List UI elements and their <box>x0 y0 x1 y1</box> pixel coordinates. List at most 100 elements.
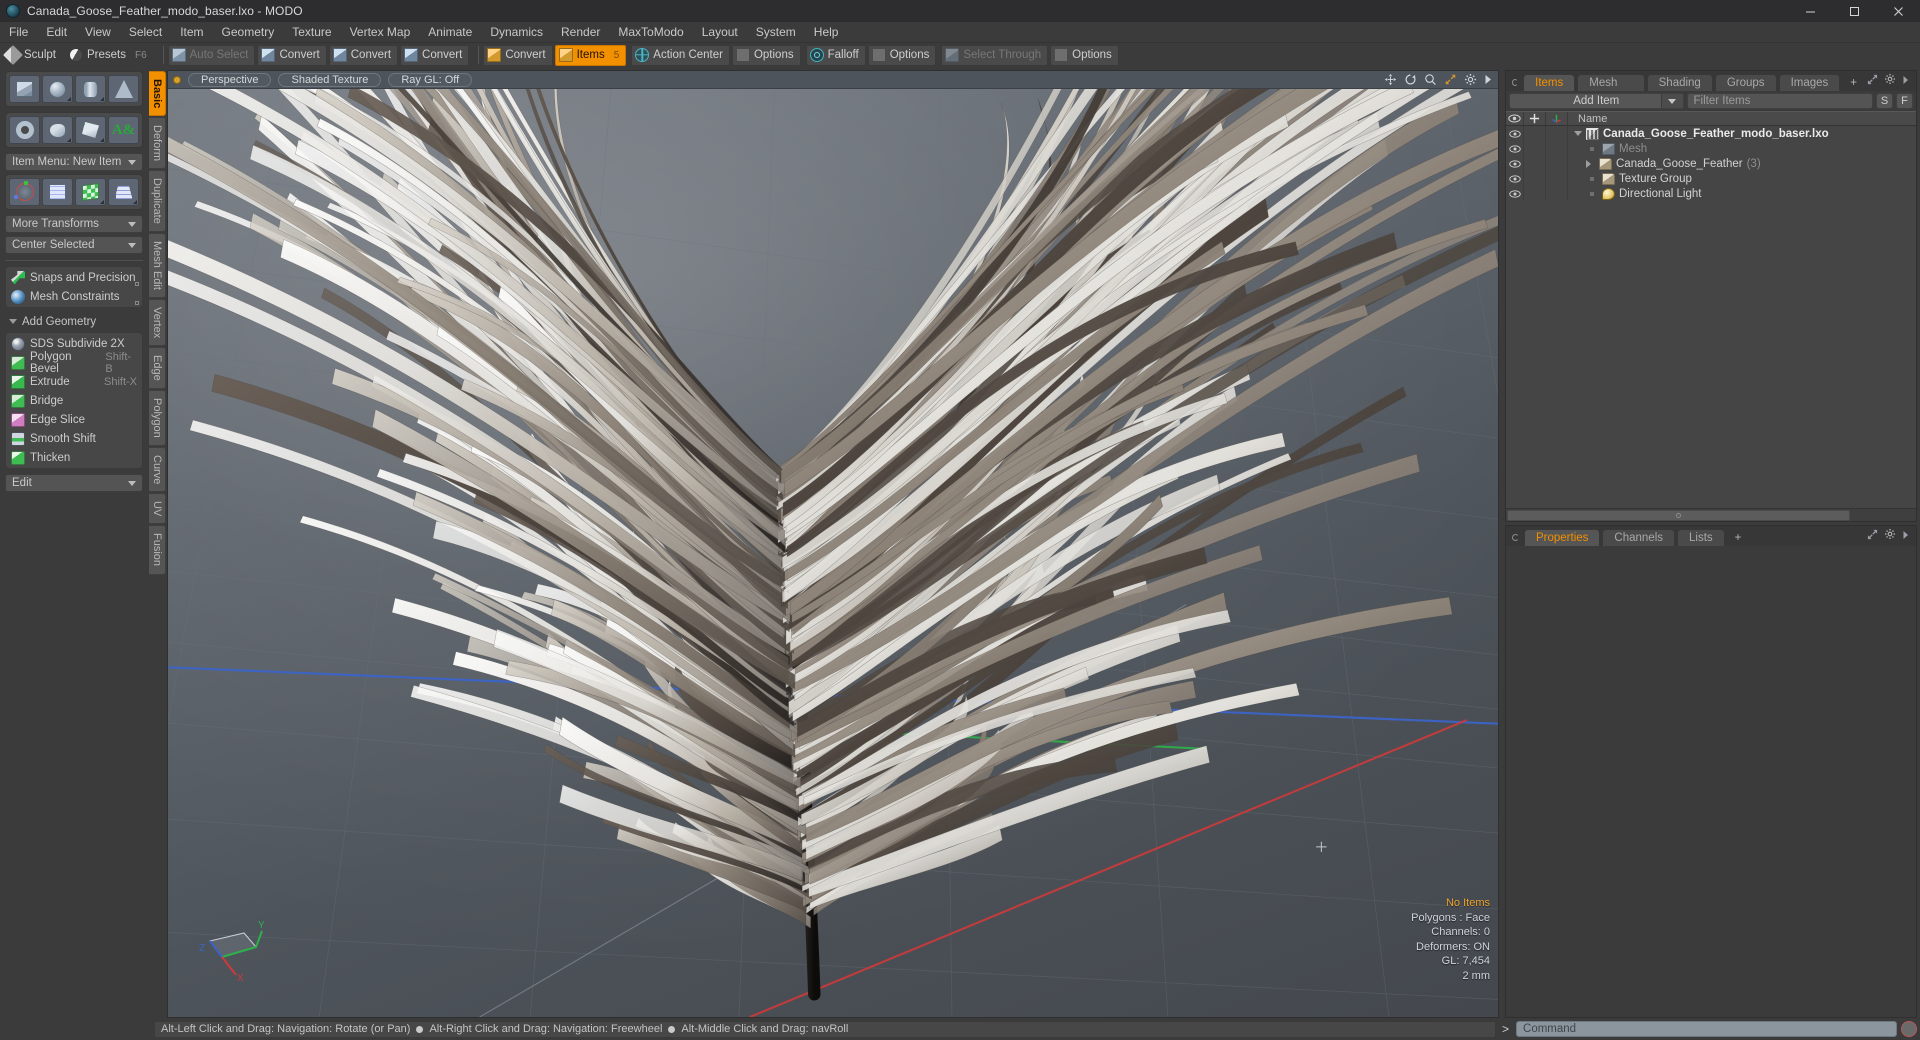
menu-maxtomodo[interactable]: MaxToModo <box>609 22 692 43</box>
more-transforms-dropdown[interactable]: More Transforms <box>5 215 143 233</box>
vtab-fusion[interactable]: Fusion <box>149 525 166 575</box>
tool-edge-slice[interactable]: Edge Slice <box>7 410 141 429</box>
minimize-button[interactable] <box>1788 0 1832 22</box>
mesh-constraints-row[interactable]: Mesh Constraints <box>7 287 141 306</box>
mesh-grid-button[interactable] <box>42 178 73 206</box>
add-tab-button[interactable]: + <box>1727 529 1750 546</box>
viewport-shading-button[interactable]: Shaded Texture <box>278 72 382 87</box>
cube-primitive-button[interactable] <box>9 75 40 103</box>
command-input[interactable]: Command <box>1516 1021 1897 1037</box>
chevron-right-icon[interactable] <box>1484 74 1493 85</box>
lock-column-header[interactable] <box>1524 112 1546 125</box>
gear-icon[interactable] <box>1884 528 1896 543</box>
move-icon[interactable] <box>1384 73 1397 86</box>
lock-cell[interactable] <box>1524 171 1546 186</box>
table-row[interactable]: Canada_Goose_Feather_modo_baser.lxo <box>1506 126 1916 141</box>
torus-primitive-button[interactable] <box>9 116 40 144</box>
filter-s-button[interactable]: S <box>1876 93 1893 109</box>
visibility-toggle[interactable] <box>1506 186 1524 201</box>
tab-groups[interactable]: Groups <box>1714 74 1777 91</box>
snaps-and-precision-row[interactable]: Snaps and Precision <box>7 268 141 287</box>
expand-dot-icon[interactable] <box>135 282 139 286</box>
item-menu-dropdown[interactable]: Item Menu: New Item <box>5 153 143 171</box>
select-through-button[interactable]: Select Through <box>941 44 1049 66</box>
falloff-button[interactable]: Falloff <box>805 44 866 66</box>
chevron-right-icon[interactable] <box>1586 159 1591 168</box>
close-button[interactable] <box>1876 0 1920 22</box>
filter-items-input[interactable]: Filter Items <box>1686 93 1873 109</box>
add-tab-button[interactable]: + <box>1842 74 1865 91</box>
transform-cell[interactable] <box>1546 186 1568 201</box>
tool-extrude[interactable]: Extrude Shift-X <box>7 372 141 391</box>
auto-select-button[interactable]: Auto Select <box>167 44 256 66</box>
table-row[interactable]: Texture Group <box>1506 171 1916 186</box>
viewport-menu-dot-icon[interactable] <box>173 75 181 84</box>
lock-cell[interactable] <box>1524 141 1546 156</box>
menu-select[interactable]: Select <box>120 22 171 43</box>
vtab-curve[interactable]: Curve <box>149 446 166 493</box>
tab-lists[interactable]: Lists <box>1677 529 1725 546</box>
scrollbar-thumb[interactable] <box>1507 509 1850 521</box>
vtab-vertex[interactable]: Vertex <box>149 299 166 347</box>
menu-vertex-map[interactable]: Vertex Map <box>341 22 420 43</box>
text-primitive-button[interactable]: A& <box>108 116 139 144</box>
menu-help[interactable]: Help <box>805 22 848 43</box>
rotate-icon[interactable] <box>1404 73 1417 86</box>
tab-properties[interactable]: Properties <box>1524 529 1601 546</box>
menu-dynamics[interactable]: Dynamics <box>481 22 552 43</box>
vtab-uv[interactable]: UV <box>149 493 166 525</box>
transform-gizmo-button[interactable] <box>9 178 40 206</box>
table-row[interactable]: Canada_Goose_Feather (3) <box>1506 156 1916 171</box>
visibility-column-header[interactable] <box>1506 112 1524 125</box>
vtab-deform[interactable]: Deform <box>149 117 166 170</box>
cylinder-primitive-button[interactable] <box>75 75 106 103</box>
menu-view[interactable]: View <box>76 22 120 43</box>
menu-render[interactable]: Render <box>552 22 609 43</box>
tab-shading[interactable]: Shading <box>1646 74 1713 91</box>
capsule-primitive-button[interactable] <box>42 116 73 144</box>
menu-geometry[interactable]: Geometry <box>213 22 284 43</box>
record-macro-icon[interactable] <box>1901 1021 1917 1037</box>
convert-button-1[interactable]: Convert <box>257 44 327 66</box>
viewport-3d[interactable]: Perspective Shaded Texture Ray GL: Off Y… <box>167 70 1499 1018</box>
tree-item-scene[interactable]: Canada_Goose_Feather_modo_baser.lxo <box>1568 127 1916 140</box>
zoom-icon[interactable] <box>1424 73 1437 86</box>
tree-item-texture-group[interactable]: Texture Group <box>1568 172 1916 185</box>
falloff-options-button[interactable]: Options <box>867 44 937 66</box>
transform-cell[interactable] <box>1546 126 1568 141</box>
transform-cell[interactable] <box>1546 141 1568 156</box>
action-center-options-button[interactable]: Options <box>731 44 801 66</box>
gear-icon[interactable] <box>1464 73 1477 86</box>
tab-mesh-ops[interactable]: Mesh Ops <box>1577 74 1645 106</box>
lock-cell[interactable] <box>1524 186 1546 201</box>
viewport-perspective-button[interactable]: Perspective <box>188 72 272 87</box>
edit-dropdown[interactable]: Edit <box>5 474 143 492</box>
maximize-panel-icon[interactable] <box>1867 529 1878 543</box>
center-selected-dropdown[interactable]: Center Selected <box>5 236 143 254</box>
visibility-toggle[interactable] <box>1506 156 1524 171</box>
vtab-basic[interactable]: Basic <box>149 71 166 117</box>
filter-f-button[interactable]: F <box>1896 93 1913 109</box>
menu-system[interactable]: System <box>747 22 805 43</box>
menu-animate[interactable]: Animate <box>419 22 481 43</box>
viewport-raygl-button[interactable]: Ray GL: Off <box>388 72 473 87</box>
add-item-button[interactable]: Add Item <box>1509 93 1684 109</box>
menu-edit[interactable]: Edit <box>37 22 76 43</box>
tree-item-directional-light[interactable]: Directional Light <box>1568 187 1916 200</box>
uv-checker-button[interactable] <box>75 178 106 206</box>
presets-button[interactable]: Presets F6 <box>65 45 154 66</box>
panel-menu-dot-icon[interactable] <box>1512 79 1519 86</box>
gear-icon[interactable] <box>1884 73 1896 88</box>
tool-smooth-shift[interactable]: Smooth Shift <box>7 429 141 448</box>
items-horizontal-scrollbar[interactable] <box>1506 508 1916 521</box>
tool-thicken[interactable]: Thicken <box>7 448 141 467</box>
fit-icon[interactable] <box>1444 73 1457 86</box>
select-through-options-button[interactable]: Options <box>1050 44 1119 66</box>
tab-channels[interactable]: Channels <box>1602 529 1676 546</box>
items-tree[interactable]: Canada_Goose_Feather_modo_baser.lxo Mesh <box>1506 126 1916 508</box>
axis-gizmo[interactable]: Y X Z <box>192 911 272 984</box>
tree-item-feather-group[interactable]: Canada_Goose_Feather (3) <box>1568 157 1916 170</box>
vtab-edge[interactable]: Edge <box>149 347 166 390</box>
cone-primitive-button[interactable] <box>108 75 139 103</box>
panel-menu-dot-icon[interactable] <box>1512 534 1519 541</box>
